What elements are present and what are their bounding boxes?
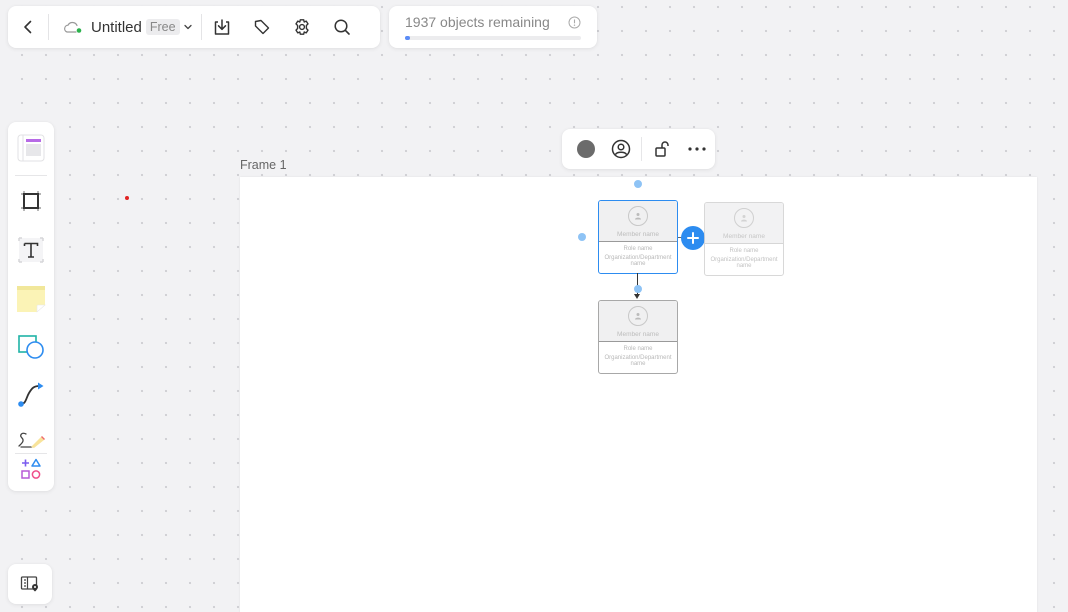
avatar — [628, 306, 648, 326]
objects-quota-panel: 1937 objects remaining — [389, 6, 597, 48]
org-card-sibling-preview[interactable]: Member name Role name Organization/Depar… — [704, 202, 784, 276]
organization-name: Organization/Department name — [604, 355, 672, 367]
resize-handle-left[interactable] — [578, 233, 586, 241]
color-circle-icon — [576, 140, 595, 158]
member-style-button[interactable] — [604, 129, 640, 169]
chevron-down-icon — [183, 24, 192, 30]
download-icon — [214, 19, 229, 35]
add-sibling-button[interactable] — [681, 226, 705, 250]
objects-quota-bar — [405, 36, 581, 40]
back-button[interactable] — [8, 6, 48, 48]
user-icon — [741, 215, 747, 222]
tool-rail — [8, 122, 54, 491]
more-tools-icon — [21, 458, 41, 479]
objects-remaining-text: 1937 objects remaining — [405, 14, 550, 30]
frame-icon — [21, 191, 41, 211]
tool-frame[interactable] — [8, 188, 54, 214]
user-circle-icon — [612, 139, 631, 159]
pen-icon — [18, 432, 45, 448]
tool-text[interactable] — [8, 236, 54, 264]
user-icon — [635, 313, 641, 320]
shapes-icon — [18, 335, 44, 359]
organization-name: Organization/Department name — [710, 257, 778, 269]
sticky-note-icon — [17, 286, 46, 313]
tool-templates[interactable] — [8, 134, 54, 162]
plan-badge: Free — [145, 19, 180, 35]
more-button[interactable] — [679, 129, 715, 169]
cursor-marker — [125, 196, 129, 200]
role-name: Role name — [623, 246, 653, 252]
template-icon — [17, 134, 45, 162]
avatar — [734, 208, 754, 228]
divider — [641, 137, 642, 161]
member-name: Member name — [617, 331, 659, 338]
divider — [15, 175, 47, 176]
minimap-button[interactable] — [8, 564, 52, 604]
tool-more[interactable] — [8, 457, 54, 481]
lock-button[interactable] — [644, 129, 680, 169]
role-name: Role name — [729, 248, 759, 254]
role-name: Role name — [623, 346, 653, 352]
document-title: Untitled — [91, 18, 142, 36]
tool-pen[interactable] — [8, 429, 54, 449]
text-icon — [18, 237, 44, 263]
avatar — [628, 206, 648, 226]
top-toolbar: Untitled Free — [8, 6, 380, 48]
org-card-child[interactable]: Member name Role name Organization/Depar… — [598, 300, 678, 374]
chevron-left-icon — [24, 20, 32, 34]
search-icon — [334, 19, 350, 35]
connector-icon — [18, 382, 44, 407]
organization-name: Organization/Department name — [604, 255, 672, 267]
objects-quota-fill — [405, 36, 411, 40]
search-button[interactable] — [322, 6, 362, 48]
gear-icon — [294, 19, 309, 35]
plus-icon — [687, 232, 699, 244]
frame-label[interactable]: Frame 1 — [240, 158, 287, 172]
tag-icon — [254, 19, 269, 35]
more-horizontal-icon — [688, 147, 706, 151]
minimap-icon — [20, 576, 38, 592]
fill-color-button[interactable] — [568, 129, 604, 169]
context-toolbar — [562, 129, 715, 169]
document-title-menu[interactable]: Untitled Free — [49, 6, 201, 48]
download-button[interactable] — [202, 6, 242, 48]
tag-button[interactable] — [242, 6, 282, 48]
tool-connector[interactable] — [8, 381, 54, 409]
unlock-icon — [654, 141, 669, 157]
org-card-root[interactable]: Member name Role name Organization/Depar… — [598, 200, 678, 274]
tool-sticky-note[interactable] — [8, 284, 54, 314]
member-name: Member name — [617, 231, 659, 238]
resize-handle-top[interactable] — [634, 180, 642, 188]
connector-arrow-icon — [634, 294, 640, 299]
tool-shapes[interactable] — [8, 333, 54, 361]
info-icon[interactable] — [568, 16, 581, 29]
settings-button[interactable] — [282, 6, 322, 48]
user-icon — [635, 213, 641, 220]
divider — [15, 453, 47, 454]
resize-handle-bottom[interactable] — [634, 285, 642, 293]
member-name: Member name — [723, 233, 765, 240]
cloud-synced-icon — [64, 21, 82, 33]
